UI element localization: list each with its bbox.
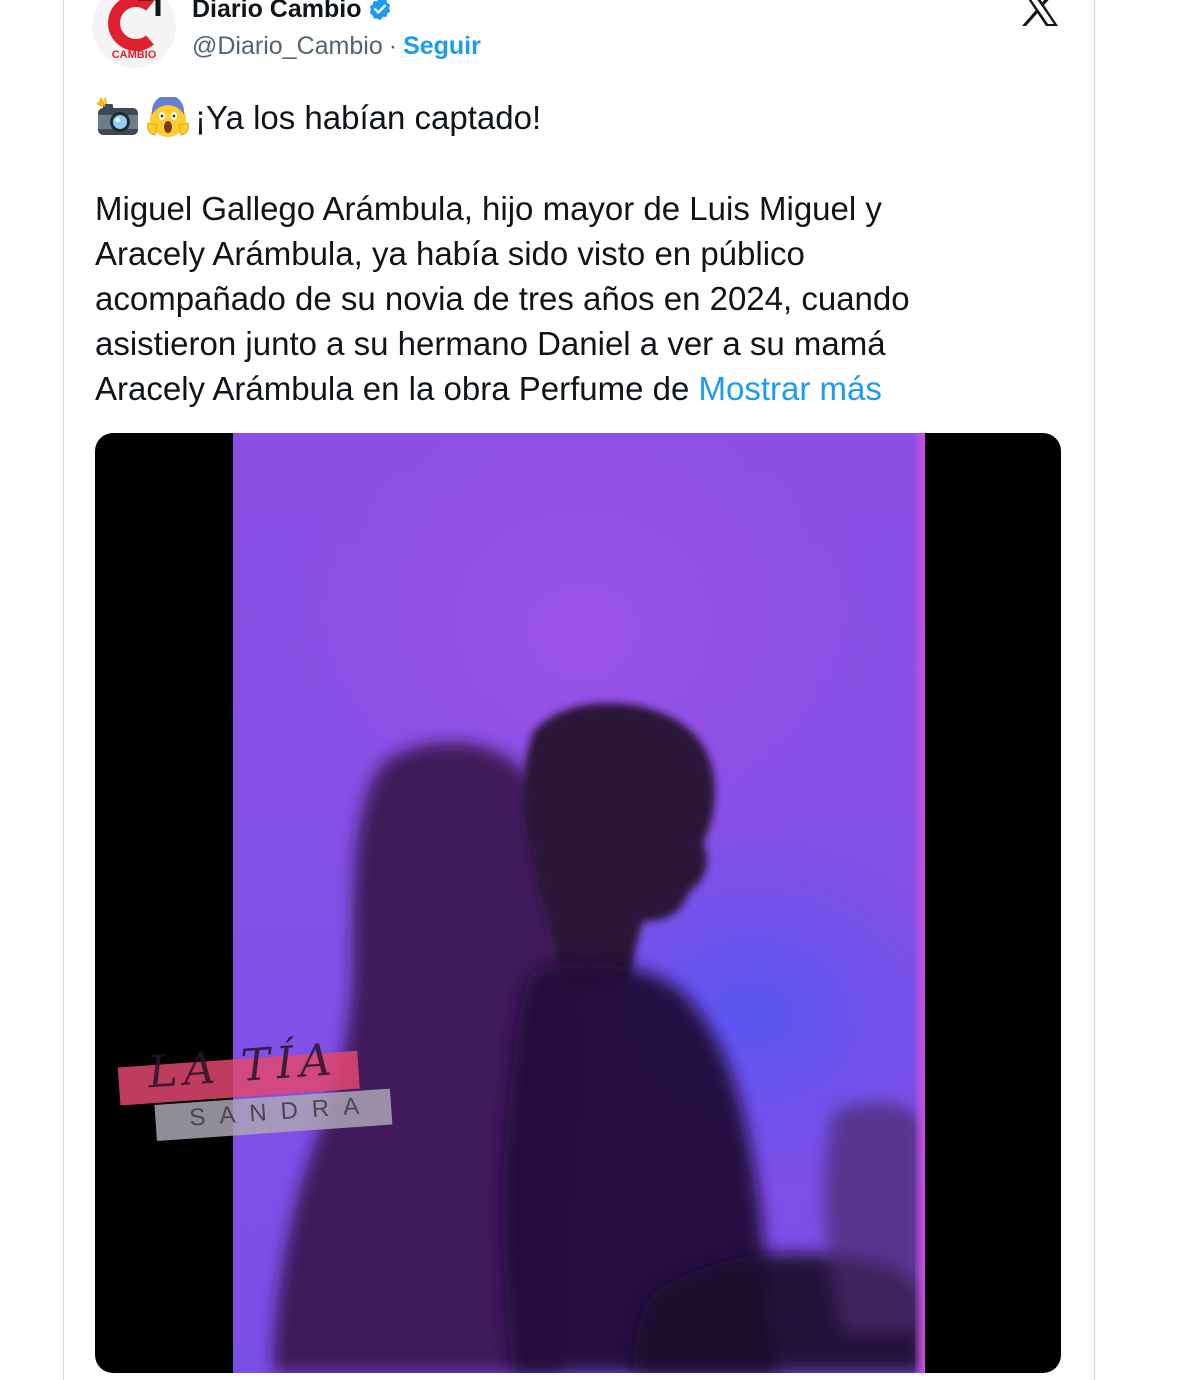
body-line: Miguel Gallego Arámbula, hijo mayor de L… [95, 190, 882, 227]
video-edge-glow [915, 433, 925, 1373]
follow-button[interactable]: Seguir [403, 32, 481, 61]
video-watermark: LA TÍA SANDRA [116, 1031, 393, 1160]
video-scene [273, 703, 925, 1373]
verified-badge-icon [370, 0, 391, 21]
tweet-body: Miguel Gallego Arámbula, hijo mayor de L… [95, 186, 1025, 411]
camera-with-flash-emoji-icon [96, 97, 138, 135]
author-handle[interactable]: @Diario_Cambio [192, 32, 383, 61]
body-line-text: Aracely Arámbula en la obra Perfume de [95, 370, 699, 407]
body-line-last: Aracely Arámbula en la obra Perfume de M… [95, 366, 1025, 411]
tweet-headline: ¡Ya los habían captado! [95, 96, 541, 140]
avatar-text: CAMBIO [112, 49, 157, 61]
separator-dot: · [388, 31, 398, 60]
headline-text: ¡Ya los habían captado! [195, 99, 542, 136]
body-line: asistieron junto a su hermano Daniel a v… [95, 325, 886, 362]
author-name-row: Diario Cambio [192, 0, 393, 24]
screaming-face-emoji-icon [147, 97, 189, 137]
author-display-name[interactable]: Diario Cambio [192, 0, 361, 24]
author-handle-row: @Diario_Cambio · Seguir [192, 30, 481, 62]
body-line: Aracely Arámbula, ya había sido visto en… [95, 235, 805, 272]
show-more-link[interactable]: Mostrar más [699, 370, 882, 407]
tweet-video[interactable] [95, 433, 1061, 1373]
body-line: acompañado de su novia de tres años en 2… [95, 280, 910, 317]
video-frame [233, 433, 925, 1373]
x-logo-icon[interactable] [1018, 0, 1062, 28]
